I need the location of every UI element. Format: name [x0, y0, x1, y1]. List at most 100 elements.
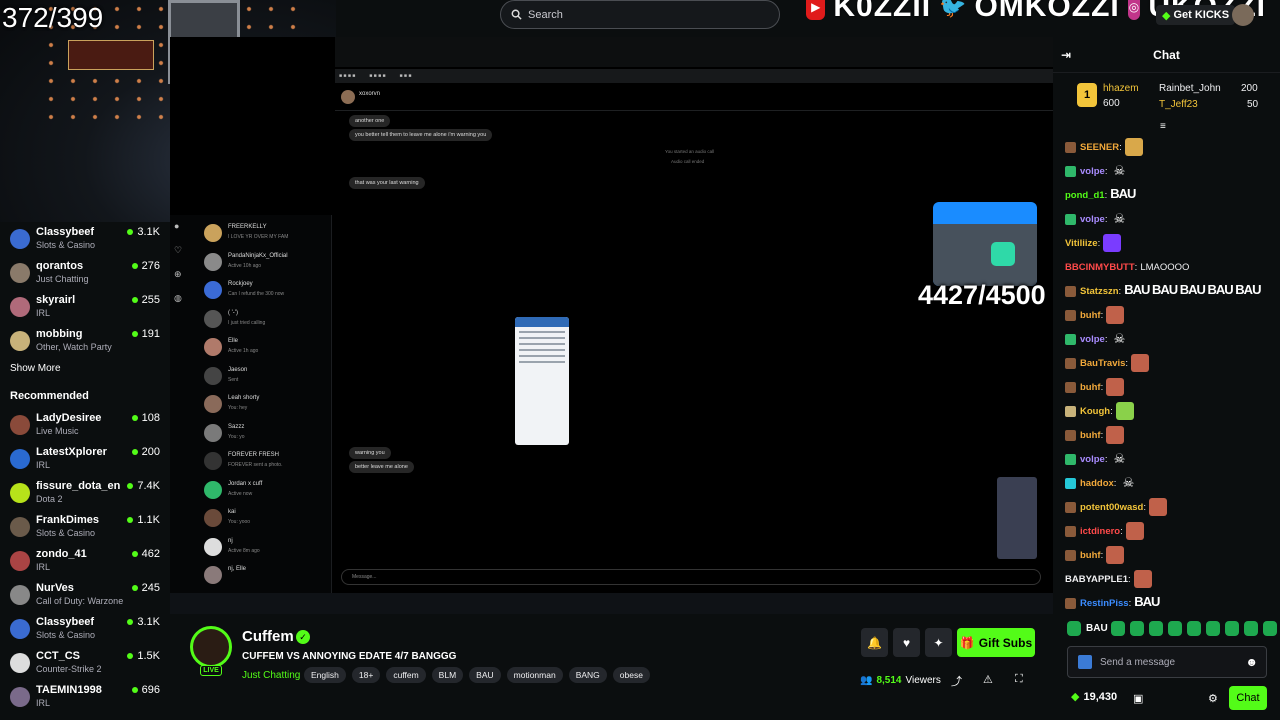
dm-conversation-name: FREERKELLY — [228, 224, 267, 230]
expand-leaderboard-icon[interactable]: ≡ — [1160, 121, 1166, 132]
channel-category: Other, Watch Party — [36, 342, 112, 352]
channel-row[interactable]: NurVes Call of Duty: Warzone 245 — [10, 578, 170, 612]
chat-username[interactable]: potent00wasd — [1080, 502, 1143, 513]
chat-input[interactable]: Send a message ☻ — [1067, 646, 1267, 678]
twitter-icon: 🐦 — [939, 0, 967, 19]
quick-emote-icon[interactable] — [1206, 621, 1220, 636]
chat-username[interactable]: ictdinero — [1080, 526, 1120, 537]
channel-row[interactable]: CCT_CS Counter-Strike 2 1.5K — [10, 646, 170, 680]
quick-emote-icon[interactable] — [1263, 621, 1277, 636]
settings-icon[interactable]: ⚙ — [1208, 692, 1218, 705]
chat-username[interactable]: pond_d1 — [1065, 190, 1105, 201]
channel-row[interactable]: qorantos Just Chatting 276 — [10, 256, 170, 290]
chat-username[interactable]: buhf — [1080, 430, 1101, 441]
channel-row[interactable]: zondo_41 IRL 462 — [10, 544, 170, 578]
stream-tag[interactable]: English — [304, 667, 346, 683]
quick-emote-icon[interactable] — [1168, 621, 1182, 636]
share-icon[interactable]: ⤴ — [951, 673, 962, 689]
video-player[interactable]: ● ♡ ⊕ ◍ FREERKELLY I LOVE YR OVER MY FAM P… — [170, 37, 1053, 614]
channel-row[interactable]: LadyDesiree Live Music 108 — [10, 408, 170, 442]
channel-row[interactable]: Classybeef Slots & Casino 3.1K — [10, 612, 170, 646]
chat-username[interactable]: buhf — [1080, 550, 1101, 561]
search-bar[interactable]: Search — [500, 0, 780, 29]
chat-username[interactable]: Kough — [1080, 406, 1110, 417]
chat-username[interactable]: Vitiliize — [1065, 238, 1098, 249]
channel-category: Slots & Casino — [36, 240, 96, 250]
dm-conversation-item: Leah shorty You: hey — [202, 392, 330, 420]
channel-row[interactable]: TAEMIN1998 IRL 696 — [10, 680, 170, 714]
emoji-icon[interactable]: ☻ — [1245, 655, 1258, 669]
verified-icon: ✓ — [296, 630, 310, 644]
streamer-name[interactable]: Cuffem — [242, 628, 294, 645]
get-kicks-button[interactable]: ◆ Get KICKS — [1156, 5, 1236, 25]
stream-info-bar: LIVE Cuffem ✓ CUFFEM VS ANNOYING EDATE 4… — [170, 614, 1053, 720]
gift-icon[interactable]: ▣ — [1133, 692, 1143, 705]
channel-row[interactable]: LatestXplorer IRL 200 — [10, 442, 170, 476]
live-dot-icon — [131, 551, 138, 557]
theater-mode-icon[interactable]: ⛶ — [1015, 673, 1023, 686]
stream-tag[interactable]: BLM — [431, 667, 464, 683]
chat-username[interactable]: Statzszn — [1080, 286, 1119, 297]
stream-tag[interactable]: 18+ — [351, 667, 381, 683]
stream-tag[interactable]: motionman — [506, 667, 563, 683]
collapse-chat-icon[interactable]: ⇥ — [1061, 48, 1071, 62]
heart-icon: ♡ — [174, 245, 183, 255]
quick-emote-icon[interactable] — [1130, 621, 1144, 636]
chat-username[interactable]: SEENER — [1080, 142, 1119, 153]
chat-send-button[interactable]: Chat — [1229, 686, 1267, 710]
chat-username[interactable]: volpe — [1080, 334, 1105, 345]
chat-username[interactable]: volpe — [1080, 454, 1105, 465]
stream-tag[interactable]: cuffem — [386, 667, 426, 683]
live-dot-icon — [127, 619, 134, 625]
quick-emote-icon[interactable] — [1187, 621, 1201, 636]
channel-row[interactable]: Classybeef Slots & Casino 3.1K — [10, 222, 170, 256]
chat-message: volpe: ☠ — [1065, 207, 1275, 231]
quick-emote-icon[interactable] — [1225, 621, 1239, 636]
stream-tags: English 18+ cuffem BLM BAU motionman BANG obese — [304, 667, 650, 683]
chat-badge-icon — [1065, 405, 1076, 417]
chat-username[interactable]: BBCINMYBUTT — [1065, 262, 1135, 273]
chat-username[interactable]: haddox — [1080, 478, 1114, 489]
kicks-balance[interactable]: ◆ 19,430 — [1071, 690, 1117, 704]
chat-username[interactable]: buhf — [1080, 310, 1101, 321]
live-dot-icon — [127, 653, 134, 659]
channel-row[interactable]: fissure_dota_en Dota 2 7.4K — [10, 476, 170, 510]
chat-username[interactable]: RestinPiss — [1080, 598, 1129, 609]
streamer-avatar[interactable] — [190, 626, 232, 668]
dm-conversation-avatar — [204, 224, 222, 242]
chat-username[interactable]: BABYAPPLE1 — [1065, 574, 1128, 585]
quick-emote-icon[interactable]: BAU — [1086, 621, 1108, 636]
channel-name: CCT_CS — [36, 650, 81, 662]
stream-tag[interactable]: BANG — [568, 667, 607, 683]
quick-emote-icon[interactable] — [1149, 621, 1163, 636]
dm-conversation-item: PandaNinjaKx_Official Active 10h ago — [202, 250, 330, 278]
user-avatar[interactable] — [1232, 4, 1254, 26]
channel-row[interactable]: skyrairl IRL 255 — [10, 290, 170, 324]
quick-emote-icon[interactable] — [1111, 621, 1125, 636]
channel-text: Classybeef Slots & Casino — [36, 226, 136, 252]
channel-avatar — [10, 687, 30, 707]
dm-conversation-preview: Active 10h ago — [228, 262, 262, 269]
channel-row[interactable]: FrankDimes Slots & Casino 1.1K — [10, 510, 170, 544]
chat-username[interactable]: volpe — [1080, 166, 1105, 177]
chat-username[interactable]: BauTravis — [1080, 358, 1125, 369]
chat-username[interactable]: buhf — [1080, 382, 1101, 393]
quick-emote-icon[interactable] — [1244, 621, 1258, 636]
clip-button[interactable]: ✦ — [925, 628, 952, 657]
show-more-link[interactable]: Show More — [10, 358, 170, 380]
chat-emote-icon: ☠ — [1113, 211, 1126, 226]
channel-viewer-count: 696 — [141, 684, 160, 696]
chat-username[interactable]: volpe — [1080, 214, 1105, 225]
chat-feature-icon[interactable] — [1078, 655, 1092, 669]
notification-bell-button[interactable]: 🔔 — [861, 628, 888, 657]
stream-category[interactable]: Just Chatting — [242, 670, 300, 681]
gift-subs-button[interactable]: 🎁 Gift Subs — [957, 628, 1035, 657]
follow-button[interactable]: ♥ — [893, 628, 920, 657]
channel-row[interactable]: mobbing Other, Watch Party 191 — [10, 324, 170, 358]
channel-category: Live Music — [36, 426, 79, 436]
report-icon[interactable]: ⚠ — [983, 673, 993, 686]
quick-emote-icon[interactable] — [1067, 621, 1081, 636]
stream-tag[interactable]: BAU — [469, 667, 501, 683]
channel-avatar — [10, 415, 30, 435]
stream-tag[interactable]: obese — [612, 667, 650, 683]
